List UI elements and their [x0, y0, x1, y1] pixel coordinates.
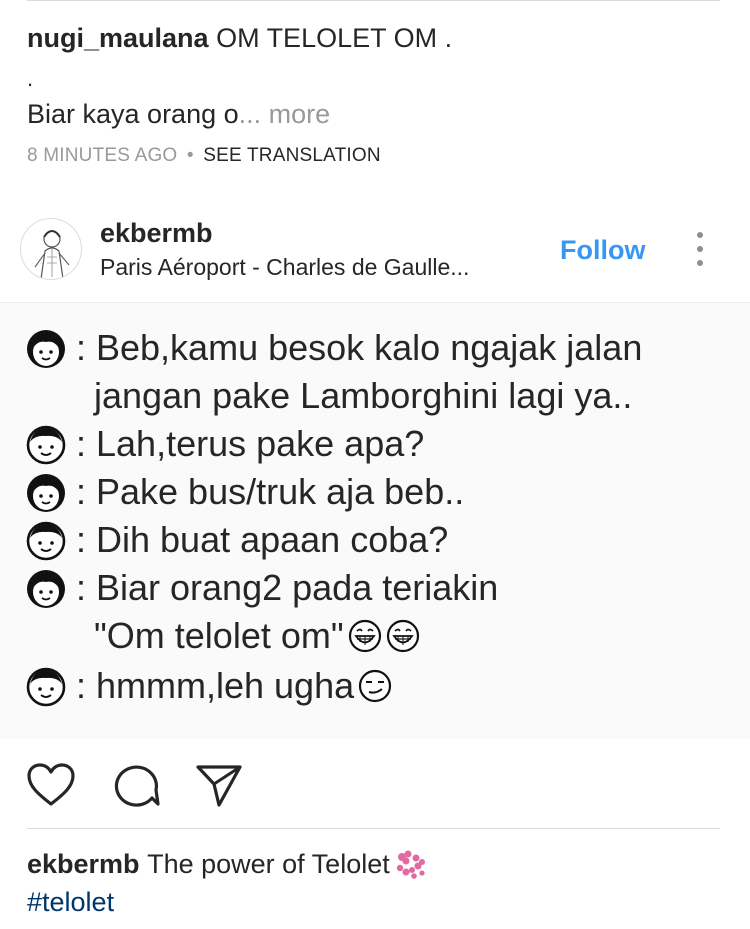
chat-text: : Pake bus/truk aja beb..: [76, 471, 465, 512]
hashtag-link[interactable]: #telolet: [27, 884, 114, 920]
caption-divider: [27, 828, 720, 829]
previous-post-caption-preview-line: Biar kaya orang o... more: [27, 96, 330, 132]
avatar[interactable]: [20, 218, 82, 280]
more-vertical-icon[interactable]: [690, 230, 710, 270]
smirk-emoji-icon: [358, 669, 392, 703]
heart-icon[interactable]: [26, 762, 76, 808]
girl-face-icon: [24, 326, 68, 370]
chat-text: : Dih buat apaan coba?: [76, 519, 449, 560]
laughing-emoji-icon: [386, 619, 420, 653]
comment-icon[interactable]: [112, 762, 162, 808]
avatar-sketch-icon: [34, 230, 70, 279]
girl-face-icon: [24, 566, 68, 610]
chat-text: : hmmm,leh ugha: [76, 665, 355, 706]
chat-line-continued: "Om telolet om": [94, 613, 420, 659]
menu-dot: [697, 246, 703, 252]
menu-dot: [697, 232, 703, 238]
boy-face-icon: [24, 422, 68, 466]
share-icon[interactable]: [194, 762, 244, 808]
girl-face-icon: [24, 470, 68, 514]
previous-post-caption: nugi_maulana OM TELOLET OM .: [27, 20, 727, 56]
more-link[interactable]: ... more: [239, 99, 331, 129]
previous-post-username[interactable]: nugi_maulana: [27, 23, 209, 53]
meta-separator: •: [186, 145, 194, 166]
chat-line: : Pake bus/truk aja beb..: [24, 469, 464, 515]
previous-post-meta: 8 MINUTES AGO • SEE TRANSLATION: [27, 144, 381, 168]
caption-username[interactable]: ekbermb: [27, 846, 140, 882]
previous-post-caption-title: OM TELOLET OM .: [216, 23, 453, 53]
cherry-blossom-icon: [396, 850, 425, 879]
chat-line-continued: jangan pake Lamborghini lagi ya..: [94, 375, 633, 416]
post-caption: ekbermb The power of Telolet: [27, 846, 428, 882]
laughing-emoji-icon: [348, 619, 382, 653]
see-translation-link[interactable]: SEE TRANSLATION: [203, 145, 381, 166]
chat-line: : hmmm,leh ugha: [24, 663, 392, 709]
chat-text: "Om telolet om": [94, 615, 344, 656]
chat-text: : Beb,kamu besok kalo ngajak jalan: [76, 327, 643, 368]
post-author[interactable]: ekbermb: [100, 216, 213, 250]
chat-text: : Lah,terus pake apa?: [76, 423, 425, 464]
post-image[interactable]: : Beb,kamu besok kalo ngajak jalan janga…: [0, 303, 750, 739]
menu-dot: [697, 260, 703, 266]
chat-line: : Dih buat apaan coba?: [24, 517, 448, 563]
post-header: ekbermb Paris Aéroport - Charles de Gaul…: [0, 208, 750, 302]
previous-post-caption-preview: Biar kaya orang o: [27, 99, 239, 129]
chat-text: : Biar orang2 pada teriakin: [76, 567, 499, 608]
boy-face-icon: [24, 518, 68, 562]
follow-button[interactable]: Follow: [560, 232, 645, 268]
chat-line: : Beb,kamu besok kalo ngajak jalan: [24, 325, 642, 371]
post-location[interactable]: Paris Aéroport - Charles de Gaulle...: [100, 252, 469, 282]
boy-face-icon: [24, 664, 68, 708]
caption-text: The power of Telolet: [147, 849, 390, 879]
top-divider: [27, 0, 720, 1]
chat-line: : Biar orang2 pada teriakin: [24, 565, 498, 611]
previous-post-caption-dot: .: [27, 66, 34, 91]
chat-line: : Lah,terus pake apa?: [24, 421, 424, 467]
action-bar: [0, 740, 750, 828]
timestamp: 8 MINUTES AGO: [27, 145, 178, 166]
